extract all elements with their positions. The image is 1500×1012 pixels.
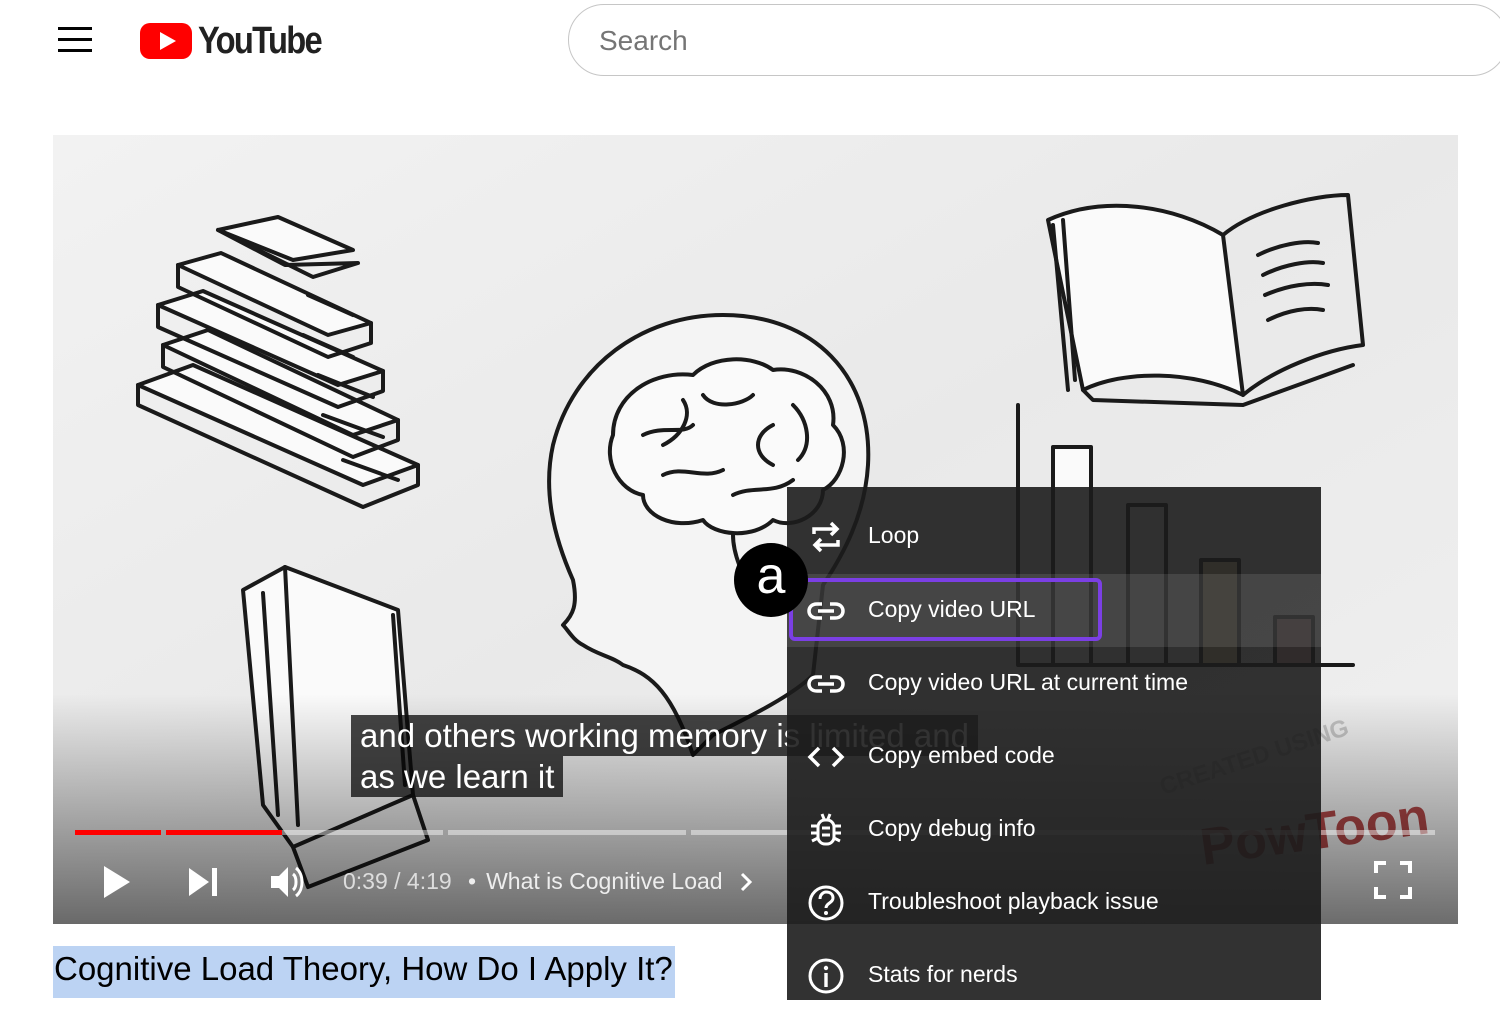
chapter-title-button[interactable]: • What is Cognitive Load [468,868,757,895]
search-input[interactable] [599,21,1459,61]
menu-item-label: Copy debug info [868,815,1036,841]
highlight-box [789,578,1102,641]
logo-text: YouTube [198,19,323,62]
chapter-segment[interactable] [448,830,686,835]
link-icon [807,675,845,693]
annotation-marker: a [734,543,808,617]
time-display: 0:39 / 4:19 [343,868,452,894]
menu-item-copy-debug-info[interactable]: Copy debug info [787,793,1321,866]
hamburger-menu-icon[interactable] [58,26,92,54]
caption-line: as we learn it [351,756,564,797]
player-context-menu: Loop Copy video URL Copy video URL at cu… [787,487,1321,1000]
masthead: YouTube [0,0,1500,90]
menu-item-label: Stats for nerds [868,961,1018,987]
volume-icon[interactable] [268,863,308,901]
info-circle-icon [808,958,844,994]
video-title-container: Cognitive Load Theory, How Do I Apply It… [53,946,675,998]
chevron-right-icon [740,872,752,891]
progress-played [75,830,161,835]
code-brackets-icon [807,746,845,768]
chapter-separator: • [468,868,477,894]
menu-item-label: Copy video URL at current time [868,669,1189,695]
question-circle-icon [808,885,844,921]
menu-item-label: Copy embed code [868,742,1055,768]
menu-item-label: Troubleshoot playback issue [868,888,1159,914]
menu-item-loop[interactable]: Loop [787,500,1321,573]
next-icon[interactable] [185,864,221,900]
chapter-title: What is Cognitive Load [486,868,723,894]
loop-icon [812,521,840,553]
search-box[interactable] [568,4,1500,76]
fullscreen-icon[interactable] [1373,860,1413,900]
menu-item-label: Loop [868,522,920,548]
play-icon[interactable] [100,862,134,902]
progress-played [166,830,282,835]
menu-item-stats-for-nerds[interactable]: Stats for nerds [787,939,1321,1012]
youtube-play-logo-icon [140,23,192,59]
menu-item-troubleshoot[interactable]: Troubleshoot playback issue [787,866,1321,939]
video-title: Cognitive Load Theory, How Do I Apply It… [54,950,673,987]
menu-item-copy-url-at-time[interactable]: Copy video URL at current time [787,647,1321,720]
youtube-logo[interactable]: YouTube [140,20,341,62]
bug-icon [811,813,841,846]
menu-item-copy-embed-code[interactable]: Copy embed code [787,720,1321,793]
